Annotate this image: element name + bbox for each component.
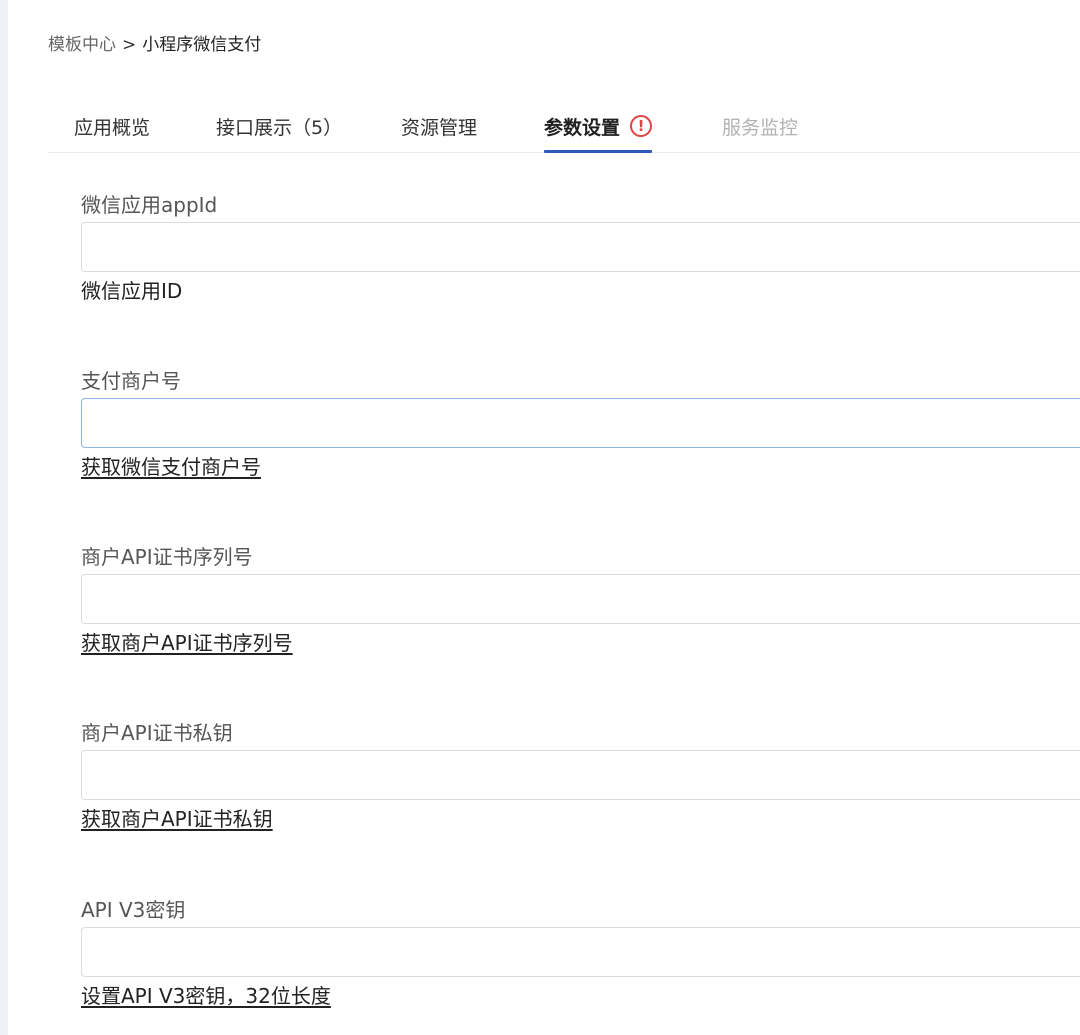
tab-service-monitoring: 服务监控 bbox=[722, 100, 798, 152]
tab-label: 资源管理 bbox=[401, 116, 478, 139]
wechat-appid-input[interactable] bbox=[81, 222, 1080, 272]
cert-private-key-input[interactable] bbox=[81, 750, 1080, 800]
tab-app-overview[interactable]: 应用概览 bbox=[74, 100, 150, 152]
field-merchant-id: 支付商户号 获取微信支付商户号 bbox=[81, 366, 1080, 482]
tab-bar: 应用概览 接口展示（5） 资源管理 参数设置 ! 服务监控 bbox=[48, 100, 1080, 153]
breadcrumb: 模板中心 > 小程序微信支付 bbox=[48, 33, 261, 57]
get-cert-serial-link[interactable]: 获取商户API证书序列号 bbox=[81, 628, 293, 658]
field-label: 商户API证书私钥 bbox=[81, 721, 233, 745]
tab-label: 参数设置 bbox=[544, 116, 621, 139]
set-api-v3-key-link[interactable]: 设置API V3密钥，32位长度 bbox=[81, 981, 331, 1011]
field-wechat-appid: 微信应用appId 微信应用ID bbox=[81, 190, 1080, 306]
field-label: API V3密钥 bbox=[81, 898, 186, 922]
field-cert-private-key: 商户API证书私钥 获取商户API证书私钥 bbox=[81, 718, 1080, 834]
merchant-id-input[interactable] bbox=[81, 398, 1080, 448]
field-label: 支付商户号 bbox=[81, 369, 181, 393]
exclamation-circle-icon: ! bbox=[630, 115, 653, 137]
breadcrumb-current: 小程序微信支付 bbox=[142, 35, 262, 55]
cert-serial-input[interactable] bbox=[81, 574, 1080, 624]
tab-resource-management[interactable]: 资源管理 bbox=[401, 100, 477, 152]
field-api-v3-key: API V3密钥 设置API V3密钥，32位长度 bbox=[81, 895, 1080, 1011]
field-help-text: 微信应用ID bbox=[81, 279, 183, 303]
get-merchant-id-link[interactable]: 获取微信支付商户号 bbox=[81, 452, 261, 482]
field-cert-serial: 商户API证书序列号 获取商户API证书序列号 bbox=[81, 542, 1080, 658]
get-cert-private-key-link[interactable]: 获取商户API证书私钥 bbox=[81, 804, 273, 834]
left-edge-strip bbox=[0, 0, 8, 1035]
breadcrumb-separator: > bbox=[122, 35, 137, 55]
breadcrumb-root-link[interactable]: 模板中心 bbox=[48, 33, 116, 57]
field-label: 微信应用appId bbox=[81, 193, 218, 217]
tab-label: 应用概览 bbox=[74, 116, 151, 139]
field-label: 商户API证书序列号 bbox=[81, 545, 253, 569]
tab-parameter-settings[interactable]: 参数设置 ! bbox=[544, 100, 653, 153]
api-v3-key-input[interactable] bbox=[81, 927, 1080, 977]
tab-api-display[interactable]: 接口展示（5） bbox=[216, 100, 342, 152]
tab-label: 接口展示（5） bbox=[216, 116, 343, 139]
tab-label: 服务监控 bbox=[722, 116, 799, 139]
